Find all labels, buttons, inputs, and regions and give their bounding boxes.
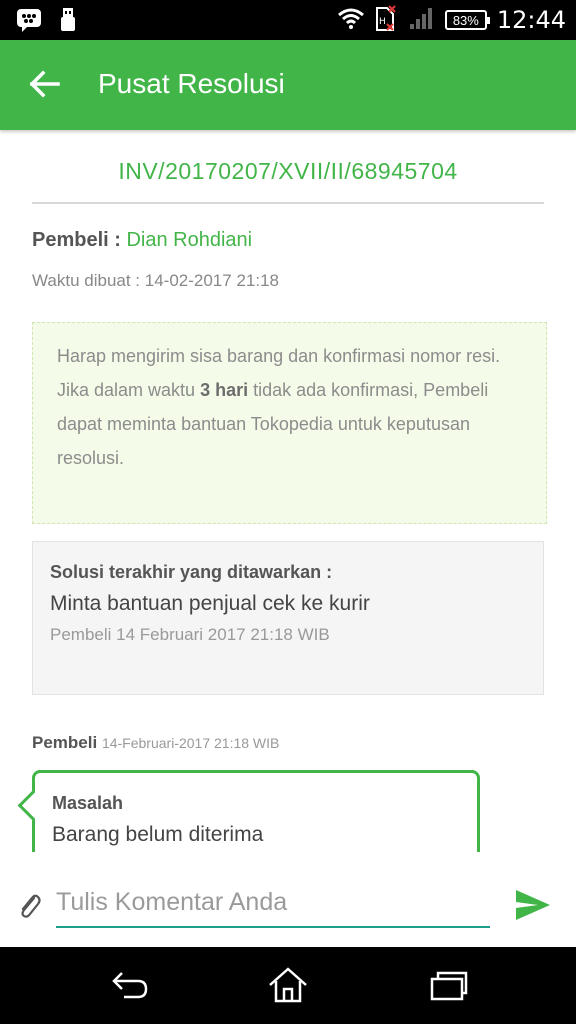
notice-line-1: Harap mengirim sisa barang dan konfirmas… [57, 346, 501, 366]
notice-highlight: 3 hari [200, 380, 249, 400]
notice-box: Harap mengirim sisa barang dan konfirmas… [32, 322, 547, 524]
message-sender: Pembeli [32, 733, 98, 752]
battery-level: 83% [452, 12, 479, 28]
paperclip-icon [21, 894, 41, 918]
attach-button[interactable] [16, 890, 42, 920]
message-bubble: Masalah Barang belum diterima [32, 770, 480, 852]
comment-composer [0, 852, 576, 947]
send-button[interactable] [514, 888, 552, 922]
notice-text: Jika dalam waktu [57, 380, 201, 400]
solution-meta: Pembeli 14 Februari 2017 21:18 WIB [50, 625, 330, 644]
battery-icon: 83% [444, 10, 490, 30]
message-title: Masalah [52, 793, 124, 813]
resolution-detail: INV/20170207/XVII/II/68945704 Pembeli : … [0, 130, 576, 852]
recents-nav-icon [430, 971, 468, 1001]
app-bar: Pusat Resolusi [0, 40, 576, 130]
nav-recents-button[interactable] [426, 965, 470, 1005]
created-time: Waktu dibuat : 14-02-2017 21:18 [32, 271, 279, 290]
divider [32, 202, 544, 204]
arrow-left-icon [29, 70, 60, 98]
latest-solution-card: Solusi terakhir yang ditawarkan : Minta … [32, 541, 544, 695]
system-nav-bar [0, 947, 576, 1024]
solution-label: Solusi terakhir yang ditawarkan : [50, 562, 333, 582]
back-nav-icon [112, 972, 148, 999]
send-icon [516, 890, 550, 920]
status-bar: H 83% 12:44 [0, 0, 576, 40]
page-title: Pusat Resolusi [98, 68, 285, 99]
message-timestamp: 14-Februari-2017 21:18 WIB [101, 735, 280, 751]
comment-input[interactable] [56, 882, 490, 928]
wifi-icon [337, 7, 365, 34]
buyer-row: Pembeli : Dian Rohdiani [32, 229, 252, 252]
signal-icon [409, 6, 435, 35]
svg-text:H: H [379, 17, 386, 27]
usb-icon [60, 7, 76, 38]
solution-value: Minta bantuan penjual cek ke kurir [50, 592, 370, 615]
message-header: Pembeli 14-Februari-2017 21:18 WIB [32, 733, 279, 753]
sim-error-icon: H [375, 4, 399, 37]
message-body: Barang belum diterima [52, 823, 264, 846]
nav-home-button[interactable] [266, 965, 310, 1005]
nav-back-button[interactable] [106, 965, 150, 1005]
clock: 12:44 [496, 6, 566, 34]
home-nav-icon [269, 967, 307, 1003]
notice-line-2: Jika dalam waktu 3 hari tidak ada konfir… [57, 373, 522, 475]
buyer-name[interactable]: Dian Rohdiani [126, 229, 252, 251]
invoice-number[interactable]: INV/20170207/XVII/II/68945704 [32, 158, 544, 185]
back-button[interactable] [28, 66, 64, 102]
bbm-icon [16, 8, 42, 37]
buyer-label: Pembeli : [32, 229, 121, 251]
